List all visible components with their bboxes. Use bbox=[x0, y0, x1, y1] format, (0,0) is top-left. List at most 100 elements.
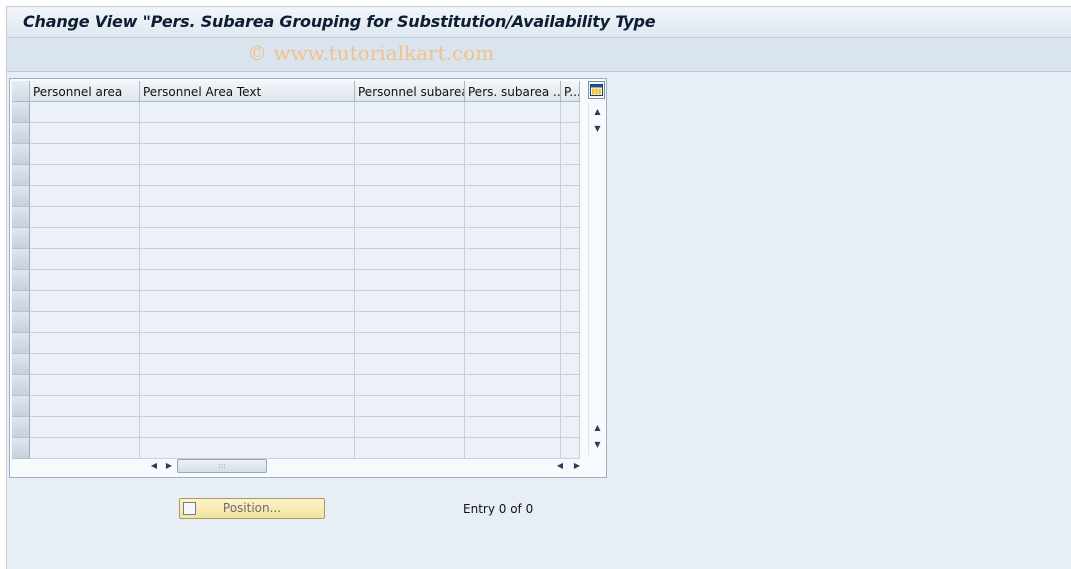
table-row[interactable] bbox=[12, 396, 582, 417]
table-cell[interactable] bbox=[465, 249, 561, 270]
table-cell[interactable] bbox=[465, 207, 561, 228]
table-cell[interactable] bbox=[355, 123, 465, 144]
table-cell[interactable] bbox=[355, 144, 465, 165]
table-cell[interactable] bbox=[561, 333, 580, 354]
table-cell[interactable] bbox=[355, 333, 465, 354]
horizontal-scrollbar[interactable]: ◀ ▶ ::: ◀ ▶ bbox=[140, 457, 585, 475]
table-row[interactable] bbox=[12, 144, 582, 165]
table-cell[interactable] bbox=[140, 186, 355, 207]
left-arrow-icon[interactable]: ◀ bbox=[555, 459, 565, 473]
row-selector[interactable] bbox=[12, 144, 30, 165]
table-row[interactable] bbox=[12, 312, 582, 333]
row-selector[interactable] bbox=[12, 396, 30, 417]
table-cell[interactable] bbox=[140, 144, 355, 165]
table-row[interactable] bbox=[12, 354, 582, 375]
table-row[interactable] bbox=[12, 417, 582, 438]
table-cell[interactable] bbox=[140, 165, 355, 186]
table-cell[interactable] bbox=[30, 165, 140, 186]
table-cell[interactable] bbox=[465, 396, 561, 417]
table-row[interactable] bbox=[12, 333, 582, 354]
right-arrow-icon[interactable]: ▶ bbox=[164, 459, 174, 473]
right-arrow-icon[interactable]: ▶ bbox=[572, 459, 582, 473]
table-cell[interactable] bbox=[465, 354, 561, 375]
table-cell[interactable] bbox=[465, 375, 561, 396]
table-cell[interactable] bbox=[561, 375, 580, 396]
table-row[interactable] bbox=[12, 249, 582, 270]
table-cell[interactable] bbox=[140, 333, 355, 354]
table-cell[interactable] bbox=[30, 354, 140, 375]
column-header-pers-subarea[interactable]: Pers. subarea ... bbox=[465, 81, 561, 102]
table-cell[interactable] bbox=[140, 438, 355, 459]
row-selector[interactable] bbox=[12, 291, 30, 312]
row-selector[interactable] bbox=[12, 270, 30, 291]
table-cell[interactable] bbox=[465, 438, 561, 459]
table-cell[interactable] bbox=[355, 312, 465, 333]
row-selector[interactable] bbox=[12, 228, 30, 249]
table-cell[interactable] bbox=[140, 270, 355, 291]
table-cell[interactable] bbox=[465, 123, 561, 144]
table-cell[interactable] bbox=[561, 228, 580, 249]
table-cell[interactable] bbox=[355, 249, 465, 270]
column-header-personnel-area-text[interactable]: Personnel Area Text bbox=[140, 81, 355, 102]
table-cell[interactable] bbox=[140, 249, 355, 270]
table-settings-button[interactable] bbox=[588, 81, 605, 99]
row-selector[interactable] bbox=[12, 354, 30, 375]
table-row[interactable] bbox=[12, 291, 582, 312]
table-cell[interactable] bbox=[355, 417, 465, 438]
row-selector[interactable] bbox=[12, 333, 30, 354]
table-cell[interactable] bbox=[355, 291, 465, 312]
table-cell[interactable] bbox=[465, 291, 561, 312]
row-selector[interactable] bbox=[12, 207, 30, 228]
column-header-personnel-subarea[interactable]: Personnel subarea bbox=[355, 81, 465, 102]
table-row[interactable] bbox=[12, 102, 582, 123]
table-cell[interactable] bbox=[140, 102, 355, 123]
table-cell[interactable] bbox=[30, 291, 140, 312]
table-cell[interactable] bbox=[355, 228, 465, 249]
table-cell[interactable] bbox=[140, 207, 355, 228]
column-header-personnel-area[interactable]: Personnel area bbox=[30, 81, 140, 102]
table-cell[interactable] bbox=[561, 165, 580, 186]
table-row[interactable] bbox=[12, 207, 582, 228]
table-cell[interactable] bbox=[140, 417, 355, 438]
table-cell[interactable] bbox=[561, 270, 580, 291]
table-cell[interactable] bbox=[355, 165, 465, 186]
table-cell[interactable] bbox=[30, 312, 140, 333]
table-cell[interactable] bbox=[355, 270, 465, 291]
select-all-cell[interactable] bbox=[12, 81, 30, 102]
table-cell[interactable] bbox=[30, 417, 140, 438]
table-cell[interactable] bbox=[140, 123, 355, 144]
table-cell[interactable] bbox=[140, 312, 355, 333]
table-cell[interactable] bbox=[561, 312, 580, 333]
table-cell[interactable] bbox=[561, 102, 580, 123]
table-cell[interactable] bbox=[30, 228, 140, 249]
table-cell[interactable] bbox=[355, 396, 465, 417]
table-cell[interactable] bbox=[30, 249, 140, 270]
table-cell[interactable] bbox=[561, 123, 580, 144]
table-cell[interactable] bbox=[561, 396, 580, 417]
position-button[interactable]: Position... bbox=[179, 498, 325, 519]
table-cell[interactable] bbox=[30, 186, 140, 207]
row-selector[interactable] bbox=[12, 417, 30, 438]
table-row[interactable] bbox=[12, 375, 582, 396]
column-header-p[interactable]: P... bbox=[561, 81, 580, 102]
table-cell[interactable] bbox=[30, 102, 140, 123]
table-cell[interactable] bbox=[465, 333, 561, 354]
table-cell[interactable] bbox=[30, 207, 140, 228]
table-cell[interactable] bbox=[465, 417, 561, 438]
table-cell[interactable] bbox=[30, 333, 140, 354]
table-cell[interactable] bbox=[561, 291, 580, 312]
table-cell[interactable] bbox=[355, 375, 465, 396]
table-cell[interactable] bbox=[465, 165, 561, 186]
table-cell[interactable] bbox=[30, 438, 140, 459]
table-cell[interactable] bbox=[465, 228, 561, 249]
table-cell[interactable] bbox=[30, 396, 140, 417]
table-row[interactable] bbox=[12, 228, 582, 249]
table-cell[interactable] bbox=[30, 123, 140, 144]
table-cell[interactable] bbox=[465, 144, 561, 165]
table-row[interactable] bbox=[12, 123, 582, 144]
table-cell[interactable] bbox=[561, 249, 580, 270]
row-selector[interactable] bbox=[12, 438, 30, 459]
down-arrow-icon[interactable]: ▼ bbox=[589, 438, 606, 452]
left-arrow-icon[interactable]: ◀ bbox=[149, 459, 159, 473]
vertical-scrollbar[interactable]: ▲ ▼ ▲ ▼ bbox=[588, 103, 605, 455]
